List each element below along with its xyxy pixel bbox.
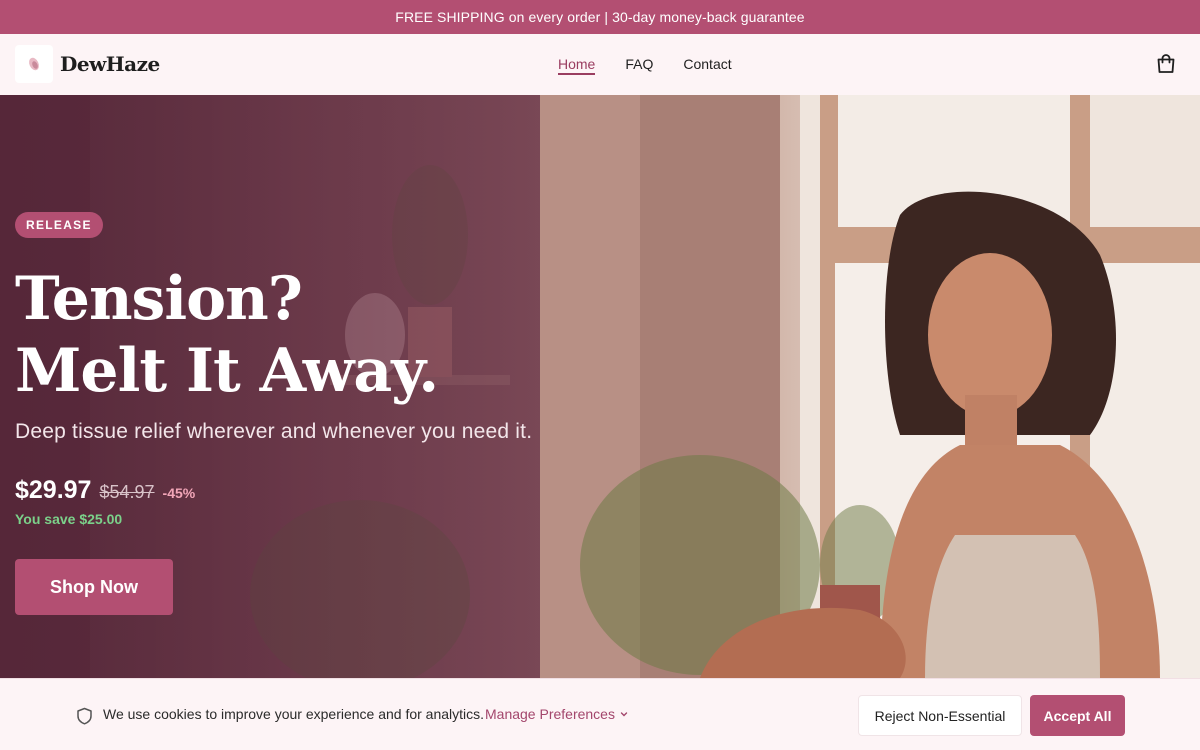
announcement-bar: FREE SHIPPING on every order | 30-day mo… — [0, 0, 1200, 34]
brand-logo[interactable] — [15, 45, 53, 83]
headline-line-2: Melt It Away. — [15, 336, 439, 406]
site-header: DewHaze Home FAQ Contact — [0, 34, 1200, 95]
shopping-bag-icon — [1157, 54, 1175, 73]
reject-non-essential-button[interactable]: Reject Non-Essential — [858, 695, 1022, 736]
hero-section: RELEASE Tension? Melt It Away. Deep tiss… — [0, 95, 1200, 678]
nav-faq-link[interactable]: FAQ — [625, 56, 653, 75]
cart-button[interactable] — [1154, 52, 1178, 76]
discount-label: -45% — [162, 485, 196, 501]
main-nav: Home FAQ Contact — [558, 56, 732, 75]
nav-home-link[interactable]: Home — [558, 56, 596, 75]
accept-all-button[interactable]: Accept All — [1030, 695, 1125, 736]
announcement-text: FREE SHIPPING on every order | 30-day mo… — [395, 9, 805, 25]
original-price: $54.97 — [99, 482, 155, 502]
brand-name[interactable]: DewHaze — [60, 52, 160, 76]
savings-text: You save $25.00 — [15, 511, 123, 527]
cookie-banner: We use cookies to improve your experienc… — [0, 678, 1200, 750]
manage-preferences-link[interactable]: Manage Preferences — [485, 706, 629, 722]
shield-icon — [77, 707, 92, 725]
headline-line-1: Tension? — [15, 264, 303, 334]
current-price: $29.97 — [15, 476, 92, 504]
cookie-message: We use cookies to improve your experienc… — [103, 706, 485, 722]
logo-icon — [29, 57, 39, 71]
hero-headline: Tension? Melt It Away. — [15, 263, 439, 407]
shop-now-button[interactable]: Shop Now — [15, 559, 173, 615]
chevron-down-icon — [620, 712, 628, 717]
hero-subheadline: Deep tissue relief wherever and whenever… — [15, 420, 533, 443]
nav-contact-link[interactable]: Contact — [683, 56, 731, 75]
price-row: $29.97 $54.97 -45% — [15, 476, 195, 505]
manage-preferences-label: Manage Preferences — [485, 706, 615, 722]
release-badge: RELEASE — [15, 212, 103, 238]
